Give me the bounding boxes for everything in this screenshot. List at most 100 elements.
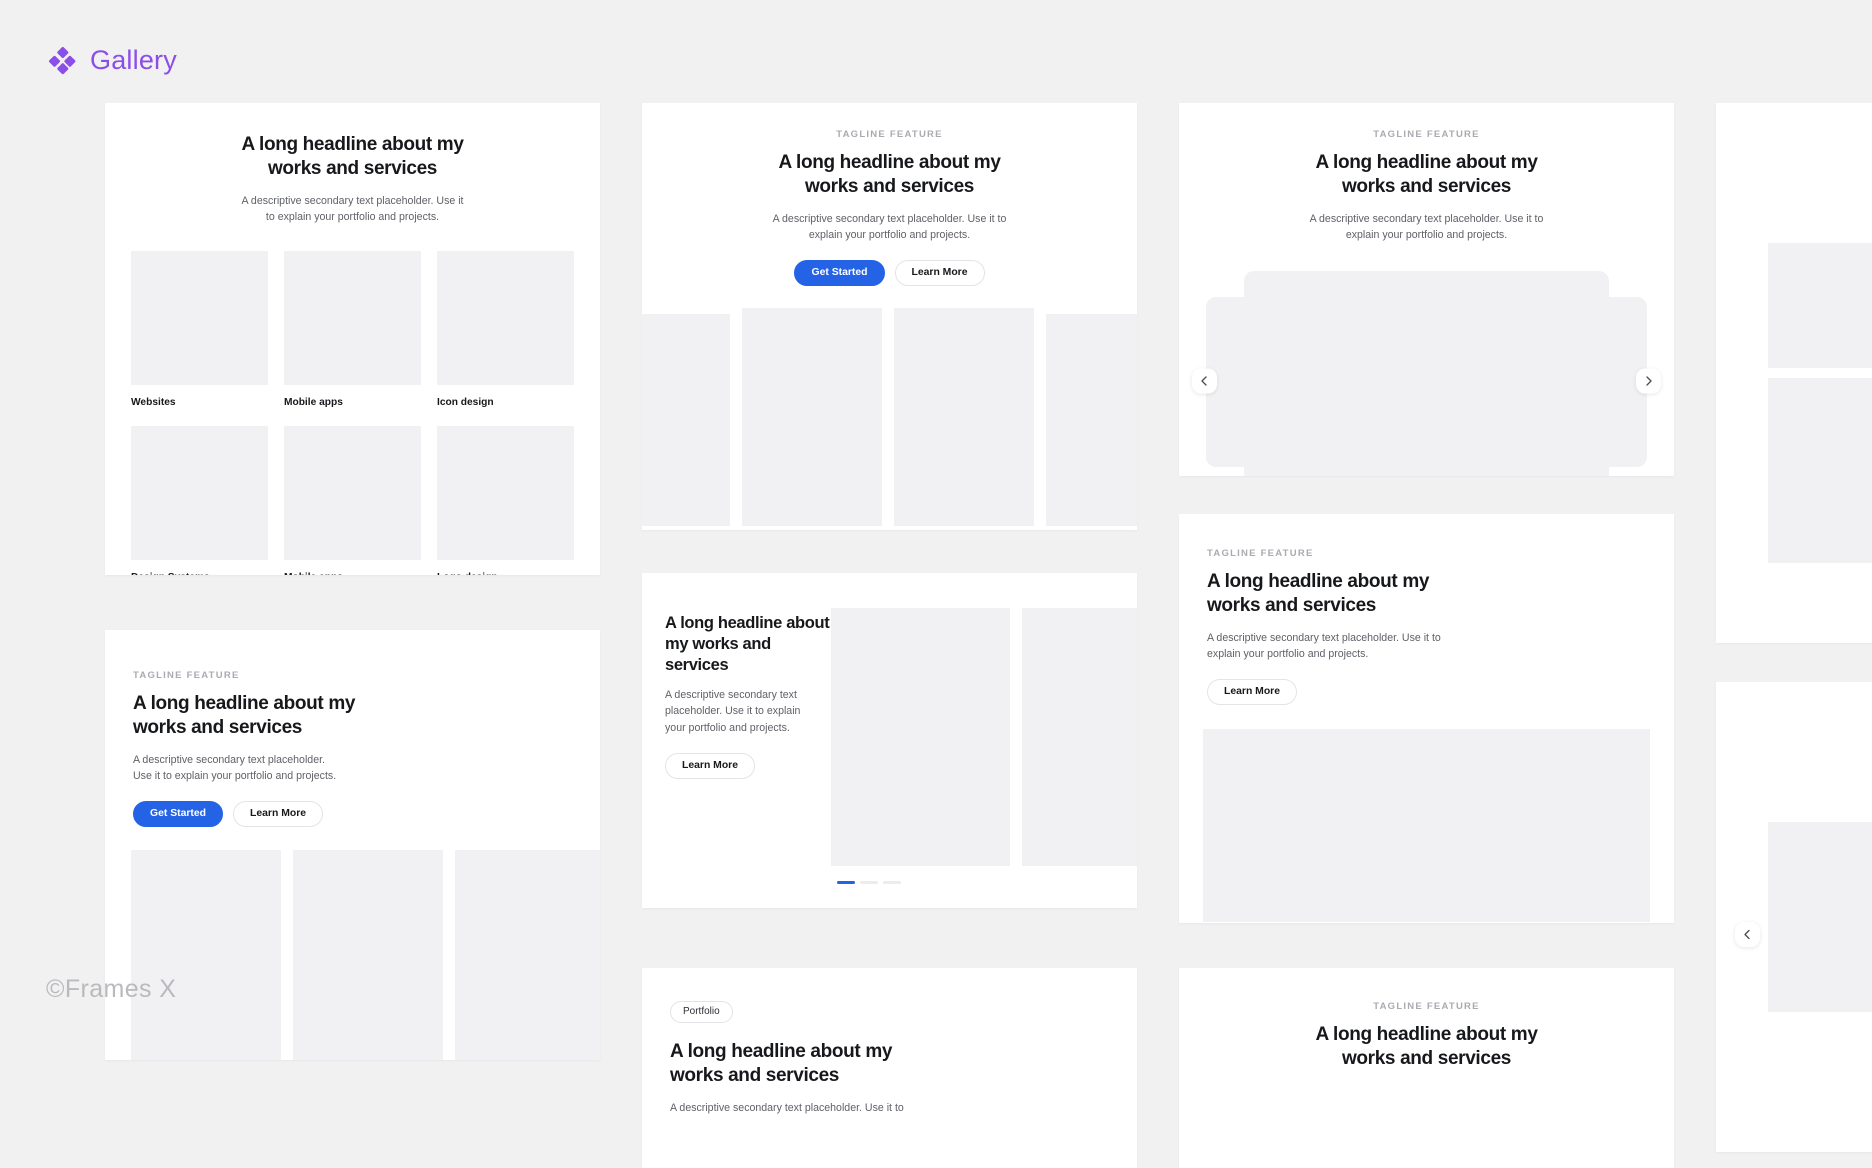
edge-image[interactable] (1768, 822, 1872, 1012)
tagline: TAGLINE FEATURE (1373, 1001, 1480, 1012)
carousel-dot[interactable] (860, 880, 878, 884)
split-carousel-strip[interactable] (831, 573, 1137, 866)
tile-caption: Logo design (437, 560, 574, 575)
left-media-headline: A long headline about my works and servi… (1207, 571, 1430, 617)
hero-carousel-headline: A long headline about my works and servi… (778, 152, 1001, 198)
chevron-left-icon (1742, 929, 1753, 940)
card-edge-right-top[interactable] (1716, 103, 1872, 643)
card-badge[interactable]: Portfolio A long headline about my works… (642, 968, 1137, 1168)
learn-more-button[interactable]: Learn More (233, 800, 324, 828)
card-grid-subtext: A descriptive secondary text placeholder… (241, 194, 464, 223)
edge-image[interactable] (1768, 378, 1872, 563)
card-left-media[interactable]: TAGLINE FEATURE A long headline about my… (1179, 514, 1674, 923)
split-layout: A long headline about my works and servi… (642, 573, 1137, 908)
card-hero-carousel[interactable]: TAGLINE FEATURE A long headline about my… (642, 103, 1137, 530)
left-media-image[interactable] (1203, 729, 1650, 923)
tagline: TAGLINE FEATURE (133, 670, 240, 681)
carousel-slide[interactable] (831, 608, 1010, 866)
get-started-button[interactable]: Get Started (794, 259, 885, 287)
coverflow-header: TAGLINE FEATURE A long headline about my… (1179, 103, 1674, 251)
split-headline: A long headline about my works and servi… (665, 614, 830, 675)
carousel-slide[interactable] (131, 850, 281, 1060)
card-coverflow[interactable]: TAGLINE FEATURE A long headline about my… (1179, 103, 1674, 476)
carousel-dot[interactable] (883, 880, 901, 884)
tile-image (131, 425, 268, 560)
carousel-slide[interactable] (742, 308, 882, 527)
gallery-tile[interactable]: Icon design (437, 250, 574, 426)
gallery-tile[interactable]: Mobile apps (284, 250, 421, 426)
bottom-card-header: TAGLINE FEATURE A long headline about my… (1179, 968, 1674, 1098)
coverflow-headline: A long headline about my works and servi… (1315, 152, 1538, 198)
tile-caption: Icon design (437, 396, 494, 408)
split-text-col: A long headline about my works and servi… (642, 573, 831, 908)
coverflow-slide-active[interactable] (1244, 270, 1609, 476)
tile-image (437, 250, 574, 385)
card-grid-gallery[interactable]: A long headline about my works and servi… (105, 103, 600, 575)
learn-more-button[interactable]: Learn More (894, 259, 985, 287)
hero-carousel-subtext: A descriptive secondary text placeholder… (772, 212, 1007, 241)
learn-more-button[interactable]: Learn More (665, 752, 756, 780)
grid-b-headline: A long headline about my works and servi… (133, 693, 356, 739)
tile-caption: Websites (131, 396, 176, 408)
tile-image (284, 425, 421, 560)
learn-more-button[interactable]: Learn More (1207, 678, 1298, 706)
grid-b-actions: Get Started Learn More (133, 800, 572, 828)
coverflow-stage[interactable] (1179, 261, 1674, 476)
card-edge-right-bottom[interactable] (1716, 682, 1872, 1152)
left-media-subtext: A descriptive secondary text placeholder… (1207, 631, 1441, 660)
gallery-tile[interactable]: Websites (131, 250, 268, 426)
left-media-actions: Learn More (1207, 678, 1646, 706)
carousel-slide[interactable] (293, 850, 443, 1060)
carousel-strip[interactable] (642, 308, 1137, 527)
hero-carousel-actions: Get Started Learn More (682, 259, 1097, 287)
card-grid-headline: A long headline about my works and servi… (241, 134, 464, 180)
split-actions: Learn More (665, 752, 831, 780)
tile-caption: Design Systems (131, 560, 268, 575)
tile-caption: Mobile apps (284, 560, 421, 575)
tagline: TAGLINE FEATURE (1373, 129, 1480, 140)
card-grid-header: A long headline about my works and servi… (105, 103, 600, 251)
coverflow-prev-button[interactable] (1192, 368, 1217, 394)
status-badge: Portfolio (670, 1001, 733, 1023)
grid-b-strip[interactable] (105, 827, 600, 1060)
card-split-media[interactable]: A long headline about my works and servi… (642, 573, 1137, 908)
tile-image (284, 250, 421, 385)
get-started-button[interactable]: Get Started (133, 800, 224, 828)
split-media-col (831, 573, 1137, 908)
chevron-left-icon (1199, 375, 1210, 386)
left-media-header: TAGLINE FEATURE A long headline about my… (1179, 514, 1674, 706)
badge-card-header: Portfolio A long headline about my works… (642, 968, 1137, 1116)
edge-media-col (1716, 682, 1872, 1012)
carousel-dot-active[interactable] (837, 880, 855, 884)
edge-image[interactable] (1768, 243, 1872, 368)
gallery-tile[interactable]: Design Systems (131, 425, 268, 575)
grid-b-subtext: A descriptive secondary text placeholder… (133, 753, 337, 782)
gallery-tile[interactable]: Logo design (437, 425, 574, 575)
carousel-slide[interactable] (642, 314, 730, 527)
edge-media-col (1716, 103, 1872, 563)
tile-image (131, 250, 268, 385)
card-tagline-strip[interactable]: TAGLINE FEATURE A long headline about my… (105, 630, 600, 1060)
edge-prev-button[interactable] (1735, 922, 1760, 947)
carousel-slide[interactable] (1046, 314, 1137, 527)
tagline: TAGLINE FEATURE (836, 129, 943, 140)
tile-image (437, 425, 574, 560)
badge-card-headline: A long headline about my works and servi… (670, 1041, 893, 1087)
gallery-grid: Websites Mobile apps Icon design Design … (105, 250, 600, 575)
tile-caption: Mobile apps (284, 396, 343, 408)
gallery-canvas: A long headline about my works and servi… (0, 0, 1872, 1168)
coverflow-next-button[interactable] (1636, 368, 1661, 394)
grid-b-header: TAGLINE FEATURE A long headline about my… (105, 630, 600, 828)
carousel-slide[interactable] (894, 308, 1034, 527)
tagline: TAGLINE FEATURE (1207, 548, 1314, 559)
bottom-card-headline: A long headline about my works and servi… (1315, 1024, 1538, 1070)
split-subtext: A descriptive secondary text placeholder… (665, 689, 801, 734)
card-bottom-tagline[interactable]: TAGLINE FEATURE A long headline about my… (1179, 968, 1674, 1168)
carousel-slide[interactable] (455, 850, 600, 1060)
carousel-slide[interactable] (1022, 608, 1137, 866)
badge-card-subtext: A descriptive secondary text placeholder… (670, 1101, 904, 1114)
gallery-tile[interactable]: Mobile apps (284, 425, 421, 575)
split-carousel-dots[interactable] (837, 880, 901, 884)
chevron-right-icon (1643, 375, 1654, 386)
coverflow-subtext: A descriptive secondary text placeholder… (1309, 212, 1544, 241)
